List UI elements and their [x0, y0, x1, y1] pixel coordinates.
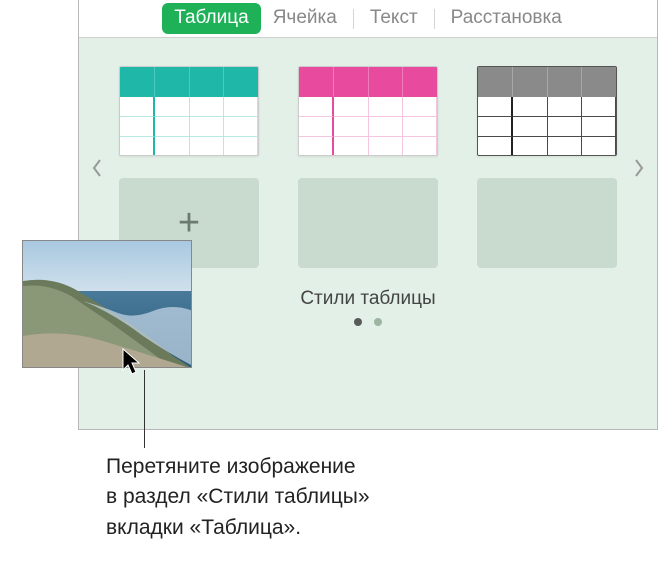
styles-pager — [119, 318, 617, 326]
pager-dot-2[interactable] — [374, 318, 382, 326]
table-style-pink[interactable] — [298, 66, 438, 156]
callout-leader-line — [144, 370, 145, 448]
tab-arrange[interactable]: Расстановка — [439, 3, 574, 34]
table-styles-placeholder-row: + — [119, 178, 617, 268]
styles-next-button[interactable] — [629, 153, 649, 183]
mouse-cursor-icon — [122, 348, 144, 378]
callout-line-1: Перетяните изображение — [106, 455, 356, 478]
tab-cell[interactable]: Ячейка — [261, 3, 349, 34]
callout-line-3: вкладки «Таблица». — [106, 516, 301, 539]
table-style-teal[interactable] — [119, 66, 259, 156]
dragged-image-thumbnail[interactable] — [22, 240, 192, 368]
chevron-right-icon — [633, 158, 645, 178]
tab-separator — [434, 9, 435, 29]
table-style-empty-slot[interactable] — [477, 178, 617, 268]
table-styles-row — [119, 66, 617, 156]
section-label: Стили таблицы — [119, 288, 617, 310]
tab-table[interactable]: Таблица — [162, 3, 261, 34]
tab-bar: Таблица Ячейка Текст Расстановка — [79, 0, 657, 38]
plus-icon: + — [178, 204, 200, 242]
callout-text: Перетяните изображение в раздел «Стили т… — [106, 452, 546, 543]
tab-text[interactable]: Текст — [358, 3, 430, 34]
pager-dot-1[interactable] — [354, 318, 362, 326]
tab-content: + Стили таблицы — [79, 38, 657, 429]
styles-prev-button[interactable] — [87, 153, 107, 183]
tab-separator — [353, 9, 354, 29]
chevron-left-icon — [91, 158, 103, 178]
table-style-gray[interactable] — [477, 66, 617, 156]
coastline-image-icon — [23, 241, 192, 368]
callout-line-2: в раздел «Стили таблицы» — [106, 485, 370, 508]
table-style-empty-slot[interactable] — [298, 178, 438, 268]
